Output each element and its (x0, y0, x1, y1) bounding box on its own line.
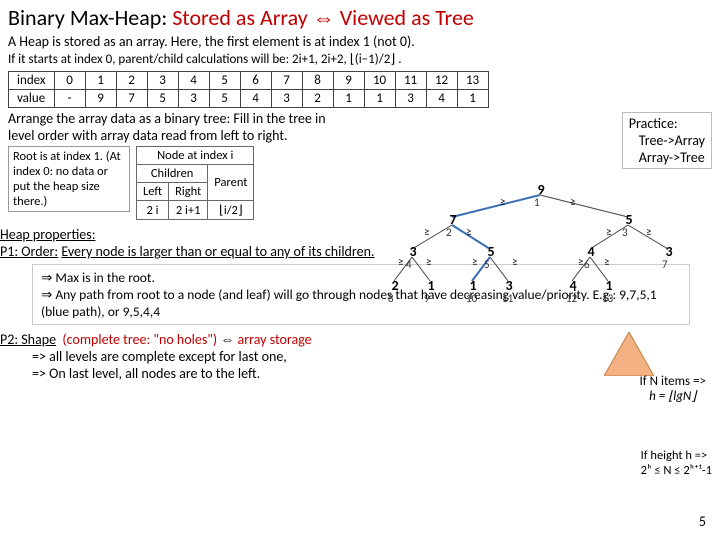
arrange-text: Arrange the array data as a binary tree:… (8, 110, 328, 144)
shape-arrow-icon (604, 332, 654, 376)
tree-node-index: 7 (662, 258, 668, 271)
tree-node-index: 2 (446, 226, 452, 239)
tree-node-index: 9 (424, 292, 430, 305)
child-index-table: Node at index i ChildrenParent LeftRight… (136, 146, 254, 220)
tree-node-index: 13 (602, 292, 613, 305)
array-table: index 012345678910111213 value -97535432… (8, 71, 489, 108)
tree-node-index: 6 (584, 258, 590, 271)
row-label: value (9, 90, 55, 108)
root-note: Root is at index 1. (At index 0: no data… (8, 146, 130, 212)
subtitle-2: If it starts at index 0, parent/child ca… (8, 52, 712, 67)
tree-node-index: 11 (502, 292, 513, 305)
slide-title: Binary Max-Heap: Stored as Array ⇔ Viewe… (8, 4, 712, 31)
tree-node-index: 1 (534, 196, 540, 209)
tree-node-index: 8 (388, 292, 394, 305)
ge-label: ≥ (512, 255, 517, 268)
practice-head: Practice: (629, 115, 705, 132)
title-arrow: ⇔ (313, 5, 335, 30)
title-part-b: Stored as Array (172, 4, 308, 31)
page-number: 5 (699, 513, 706, 530)
ge-label: ≥ (578, 255, 583, 268)
title-part-c: Viewed as Tree (340, 4, 474, 31)
tree-node-index: 12 (566, 292, 577, 305)
ge-label: ≥ (570, 195, 575, 208)
ge-label: ≥ (604, 255, 609, 268)
p2-line: P2: Shape (complete tree: "no holes") ⇔ … (0, 331, 704, 348)
ge-label: ≥ (472, 255, 477, 268)
subtitle-1: A Heap is stored as an array. Here, the … (8, 33, 712, 50)
ge-label: ≥ (466, 225, 471, 238)
p2-sub-b: => On last level, all nodes are to the l… (0, 365, 704, 382)
title-part-a: Binary Max-Heap: (8, 4, 167, 31)
tree-node-index: 4 (406, 258, 412, 271)
items-formula-box: If N items => h = ⌊lgN⌋ (639, 374, 706, 404)
height-formula-box: If height h => 2ʰ ≤ N ≤ 2ʰ⁺¹-1 (641, 448, 712, 478)
practice-a: Tree->Array (629, 132, 705, 149)
tree-diagram: 917253345546372819110311412113≥≥≥≥≥≥≥≥≥≥… (372, 181, 712, 311)
tree-node-index: 10 (466, 292, 477, 305)
ge-label: ≥ (426, 255, 431, 268)
ge-label: ≥ (398, 255, 403, 268)
tree-node-index: 3 (622, 226, 628, 239)
ge-label: ≥ (646, 225, 651, 238)
table-row: index 012345678910111213 (9, 72, 489, 90)
p2-sub-a: => all levels are complete except for la… (0, 348, 704, 365)
practice-box: Practice: Tree->Array Array->Tree (622, 112, 712, 169)
tree-node-index: 5 (484, 258, 490, 271)
table-row: value -9753543211341 (9, 90, 489, 108)
practice-b: Array->Tree (629, 149, 705, 166)
row-label: index (9, 72, 55, 90)
ge-label: ≥ (606, 225, 611, 238)
ge-label: ≥ (424, 225, 429, 238)
ge-label: ≥ (500, 195, 505, 208)
